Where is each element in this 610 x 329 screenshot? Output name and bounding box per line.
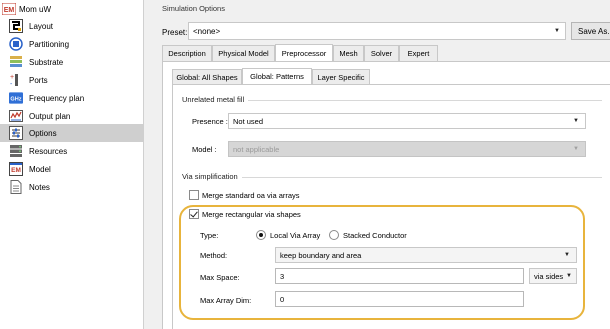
tree-item-substrate[interactable]: Substrate — [0, 53, 144, 71]
chevron-down-icon: ▼ — [554, 28, 560, 34]
output-plan-icon — [9, 109, 23, 123]
svg-text:EM: EM — [11, 167, 21, 174]
partitioning-icon — [9, 37, 23, 51]
preset-select[interactable]: <none> ▼ — [188, 22, 566, 40]
tab-preprocessor[interactable]: Preprocessor — [275, 44, 333, 61]
tree-root-mom-uw[interactable]: EM Mom uW — [0, 0, 144, 18]
svg-text:EM: EM — [4, 7, 15, 14]
tree-item-label: Resources — [29, 146, 68, 156]
tree-item-resources[interactable]: Resources — [0, 142, 144, 160]
preset-value: <none> — [193, 26, 221, 36]
tab-physical-model[interactable]: Physical Model — [212, 45, 275, 61]
svg-text:-: - — [10, 81, 13, 87]
chevron-down-icon: ▼ — [573, 118, 579, 124]
tree-item-label: Ports — [29, 75, 48, 85]
svg-text:GHz: GHz — [10, 96, 21, 102]
tree-item-output-plan[interactable]: Output plan — [0, 107, 144, 125]
layout-icon — [9, 19, 23, 33]
presence-label: Presence : — [192, 117, 228, 126]
merge-standard-checkbox[interactable] — [189, 190, 199, 200]
options-icon — [9, 126, 23, 140]
project-tree: EM Mom uW Layout Partitioning Substrate … — [0, 0, 144, 329]
tab-description[interactable]: Description — [162, 45, 212, 61]
merge-standard-label: Merge standard oa via arrays — [202, 191, 300, 200]
highlight-callout — [179, 205, 585, 320]
tree-item-frequency-plan[interactable]: GHz Frequency plan — [0, 89, 144, 107]
ghz-icon: GHz — [9, 91, 23, 105]
tree-item-notes[interactable]: Notes — [0, 178, 144, 196]
preset-label: Preset: — [162, 28, 188, 37]
tree-item-ports[interactable]: + - Ports — [0, 71, 144, 89]
model-value: not applicable — [233, 144, 280, 154]
tree-item-label: Frequency plan — [29, 93, 85, 103]
svg-text:+: + — [10, 74, 14, 81]
model-label: Model : — [192, 145, 217, 154]
tree-item-label: Output plan — [29, 111, 71, 121]
via-simplification-title: Via simplification — [182, 172, 242, 181]
subtab-global-patterns[interactable]: Global: Patterns — [242, 68, 312, 84]
model-select: not applicable ▼ — [228, 141, 586, 157]
ports-icon: + - — [9, 73, 23, 87]
tree-item-options[interactable]: Options — [0, 124, 144, 142]
tree-item-label: Layout — [29, 21, 54, 31]
notes-icon — [9, 180, 23, 194]
subtab-layer-specific[interactable]: Layer Specific — [312, 69, 370, 84]
model-icon: EM — [9, 162, 23, 176]
subtab-global-all-shapes[interactable]: Global: All Shapes — [172, 69, 242, 84]
tree-item-label: Notes — [29, 182, 50, 192]
tab-solver[interactable]: Solver — [364, 45, 399, 61]
tree-item-model[interactable]: EM Model — [0, 160, 144, 178]
section-title: Simulation Options — [162, 4, 225, 13]
unrelated-metal-fill-title: Unrelated metal fill — [182, 95, 249, 104]
tree-item-label: Partitioning — [29, 39, 70, 49]
tree-item-layout[interactable]: Layout — [0, 17, 144, 35]
resources-icon — [9, 144, 23, 158]
save-as-button[interactable]: Save As... — [571, 22, 610, 40]
tree-root-label: Mom uW — [19, 4, 51, 14]
presence-value: Not used — [233, 116, 264, 126]
tab-expert[interactable]: Expert — [399, 45, 438, 61]
chevron-down-icon: ▼ — [573, 146, 579, 152]
tree-item-label: Options — [29, 128, 57, 138]
presence-select[interactable]: Not used ▼ — [228, 113, 586, 129]
tab-mesh[interactable]: Mesh — [333, 45, 364, 61]
tree-item-partitioning[interactable]: Partitioning — [0, 35, 144, 53]
group-divider — [182, 177, 602, 178]
tree-item-label: Substrate — [29, 57, 64, 67]
tree-item-label: Model — [29, 164, 51, 174]
em-icon: EM — [2, 2, 16, 16]
substrate-icon — [9, 55, 23, 69]
